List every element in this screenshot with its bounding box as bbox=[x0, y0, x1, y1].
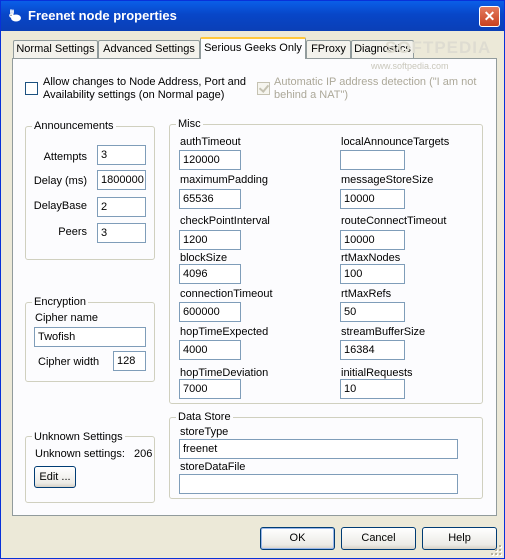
misc-label: rtMaxRefs bbox=[341, 288, 392, 300]
ok-button[interactable]: OK bbox=[260, 527, 335, 550]
misc-label: routeConnectTimeout bbox=[341, 215, 447, 227]
misc-label: localAnnounceTargets bbox=[341, 136, 450, 148]
delay-label: Delay (ms) bbox=[33, 175, 87, 187]
store-type-label: storeType bbox=[180, 426, 229, 438]
delay-input[interactable]: 1800000 bbox=[97, 170, 146, 190]
cipher-name-label: Cipher name bbox=[35, 312, 98, 324]
data-store-title: Data Store bbox=[176, 411, 233, 423]
misc-label: authTimeout bbox=[180, 136, 241, 148]
misc-input[interactable] bbox=[340, 150, 405, 170]
auto-ip-checkbox[interactable] bbox=[257, 82, 270, 95]
unknown-settings-label: Unknown settings: bbox=[35, 448, 125, 460]
misc-label: hopTimeExpected bbox=[180, 326, 269, 338]
tab-label: Advanced Settings bbox=[103, 43, 195, 55]
help-button[interactable]: Help bbox=[422, 527, 497, 550]
misc-input[interactable]: 16384 bbox=[340, 340, 405, 360]
tab-label: FProxy bbox=[311, 43, 346, 55]
cipher-width-input[interactable]: 128 bbox=[113, 351, 146, 371]
cipher-name-input[interactable]: Twofish bbox=[34, 327, 146, 347]
cancel-button[interactable]: Cancel bbox=[341, 527, 416, 550]
softpedia-watermark-url: www.softpedia.com bbox=[371, 61, 449, 71]
freenet-rabbit-icon bbox=[9, 9, 21, 22]
misc-input[interactable]: 4000 bbox=[179, 340, 241, 360]
resize-grip-icon[interactable] bbox=[491, 545, 502, 556]
encryption-title: Encryption bbox=[32, 296, 88, 308]
delaybase-label: DelayBase bbox=[33, 200, 87, 212]
softpedia-watermark: SOFTPEDIA bbox=[385, 38, 492, 57]
cipher-width-label: Cipher width bbox=[38, 356, 100, 368]
close-button[interactable]: ✕ bbox=[479, 6, 500, 27]
misc-input[interactable]: 120000 bbox=[179, 150, 241, 170]
misc-input[interactable]: 10000 bbox=[340, 189, 405, 209]
unknown-settings-title: Unknown Settings bbox=[32, 431, 125, 443]
misc-input[interactable]: 65536 bbox=[179, 189, 241, 209]
misc-label: maximumPadding bbox=[180, 174, 269, 186]
tab-serious-geeks-only[interactable]: Serious Geeks Only bbox=[200, 37, 306, 59]
attempts-input[interactable]: 3 bbox=[97, 145, 146, 165]
misc-input[interactable]: 600000 bbox=[179, 302, 241, 322]
misc-label: messageStoreSize bbox=[341, 174, 434, 186]
allow-changes-checkbox[interactable] bbox=[25, 82, 38, 95]
store-data-file-input[interactable] bbox=[179, 474, 458, 494]
attempts-label: Attempts bbox=[43, 151, 87, 163]
misc-title: Misc bbox=[176, 118, 203, 130]
delaybase-input[interactable]: 2 bbox=[97, 197, 146, 217]
store-data-file-label: storeDataFile bbox=[180, 461, 246, 473]
peers-label: Peers bbox=[58, 226, 87, 238]
properties-window: Freenet node properties ✕ Normal Setting… bbox=[0, 0, 505, 559]
misc-input[interactable]: 50 bbox=[340, 302, 405, 322]
tab-fproxy[interactable]: FProxy bbox=[306, 40, 351, 58]
peers-input[interactable]: 3 bbox=[97, 223, 146, 243]
allow-changes-label: Allow changes to Node Address, Port and … bbox=[43, 76, 247, 101]
misc-input[interactable]: 10000 bbox=[340, 230, 405, 250]
unknown-settings-count: 206 bbox=[134, 448, 153, 460]
misc-input[interactable]: 10 bbox=[340, 379, 405, 399]
close-icon: ✕ bbox=[483, 8, 496, 24]
title-bar[interactable]: Freenet node properties ✕ bbox=[1, 1, 504, 31]
misc-label: streamBufferSize bbox=[341, 326, 426, 338]
window-title: Freenet node properties bbox=[28, 8, 177, 23]
tab-label: Normal Settings bbox=[16, 43, 95, 55]
edit-unknown-button[interactable]: Edit ... bbox=[34, 466, 76, 488]
misc-input[interactable]: 1200 bbox=[179, 230, 241, 250]
misc-label: checkPointInterval bbox=[180, 215, 270, 227]
tab-advanced-settings[interactable]: Advanced Settings bbox=[98, 40, 200, 58]
announcements-title: Announcements bbox=[32, 120, 116, 132]
misc-label: connectionTimeout bbox=[180, 288, 273, 300]
misc-input[interactable]: 7000 bbox=[179, 379, 241, 399]
misc-input[interactable]: 100 bbox=[340, 264, 405, 284]
store-type-input[interactable]: freenet bbox=[179, 439, 458, 459]
misc-input[interactable]: 4096 bbox=[179, 264, 241, 284]
auto-ip-label: Automatic IP address detection ("I am no… bbox=[274, 76, 477, 101]
tab-normal-settings[interactable]: Normal Settings bbox=[13, 40, 98, 58]
tab-label: Serious Geeks Only bbox=[204, 42, 302, 54]
